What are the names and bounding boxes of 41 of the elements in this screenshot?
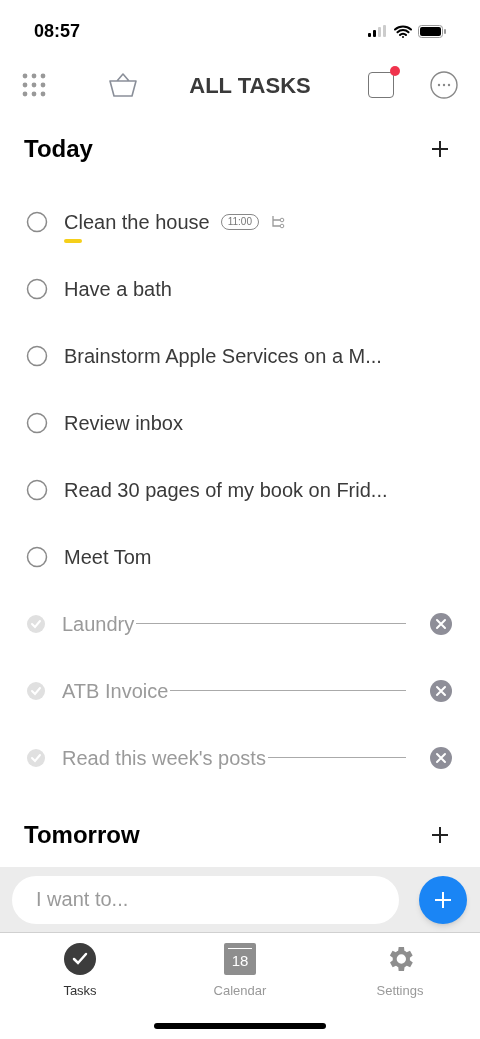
- grid-menu-icon[interactable]: [22, 73, 46, 97]
- task-title: Laundry: [62, 612, 135, 635]
- add-icon[interactable]: [430, 825, 450, 845]
- checkbox-circle[interactable]: [26, 210, 48, 233]
- checkbox-circle[interactable]: [26, 344, 48, 367]
- section-title: Today: [24, 134, 93, 164]
- task-title: ATB Invoice: [62, 679, 169, 702]
- status-time: 08:57: [34, 19, 81, 43]
- basket-icon[interactable]: [108, 72, 138, 98]
- checkmark-circle[interactable]: [26, 747, 46, 768]
- signal-icon: [368, 25, 388, 37]
- checkbox-circle[interactable]: [26, 277, 48, 300]
- delete-icon[interactable]: [430, 612, 452, 635]
- task-title: Brainstorm Apple Services on a M...: [64, 344, 382, 367]
- tab-bar-item[interactable]: Tasks: [20, 943, 140, 1001]
- checkmark-icon: [64, 943, 96, 975]
- checkbox-circle[interactable]: [26, 545, 48, 568]
- checkbox-circle[interactable]: [26, 478, 48, 501]
- plus-icon: [434, 890, 452, 909]
- delete-icon[interactable]: [430, 679, 452, 702]
- delete-icon[interactable]: [430, 746, 452, 769]
- wifi-icon: [394, 24, 412, 38]
- task-title: Read this week's posts: [62, 746, 266, 769]
- tab-bar-item[interactable]: 18 Calendar: [180, 943, 300, 1001]
- page-title: ALL TASKS: [188, 71, 312, 100]
- more-icon[interactable]: [430, 71, 458, 99]
- section-title: Tomorrow: [24, 820, 140, 850]
- checkmark-circle[interactable]: [26, 680, 46, 701]
- task-title: Review inbox: [64, 411, 183, 434]
- task-title: Read 30 pages of my book on Frid...: [64, 478, 388, 501]
- checkmark-circle[interactable]: [26, 613, 46, 634]
- tab-bar-item[interactable]: Settings: [340, 943, 460, 1001]
- battery-icon: [418, 24, 446, 38]
- add-task-button[interactable]: [419, 875, 467, 924]
- task-title: Clean the house: [64, 210, 210, 233]
- add-icon[interactable]: [430, 139, 450, 159]
- task-input[interactable]: I want to...: [12, 875, 399, 924]
- calendar-icon: 18: [224, 943, 256, 975]
- task-title: Meet Tom: [64, 545, 152, 568]
- checkbox-circle[interactable]: [26, 411, 48, 434]
- task-title: Have a bath: [64, 277, 172, 300]
